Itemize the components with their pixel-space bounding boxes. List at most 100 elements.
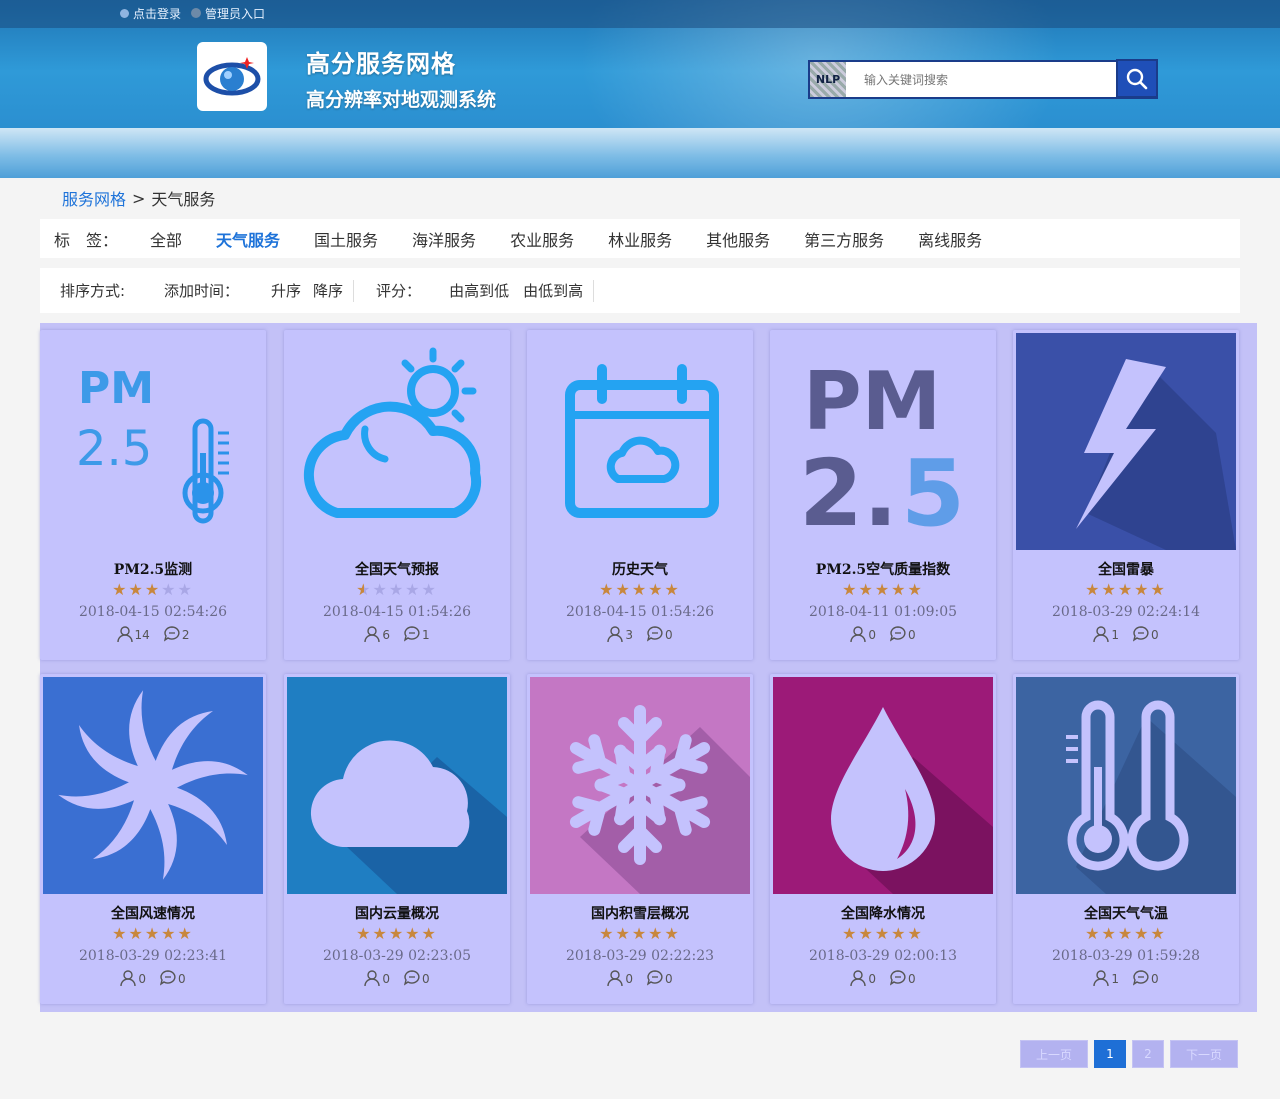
search-button[interactable] — [1116, 59, 1158, 98]
star-icon: ★ — [1150, 580, 1167, 599]
nlp-badge[interactable]: NLP — [810, 62, 846, 97]
sort-time-label: 添加时间： — [164, 282, 240, 300]
user-count: 0 — [850, 970, 876, 986]
card-title[interactable]: PM2.5监测 — [40, 559, 266, 579]
page-1-button[interactable]: 1 — [1094, 1040, 1126, 1068]
card-date: 2018-03-29 02:22:23 — [565, 948, 715, 964]
card-meta: 0 0 — [527, 970, 753, 986]
user-icon — [607, 626, 624, 642]
card-title[interactable]: 国内云量概况 — [284, 903, 510, 923]
star-icon: ★ — [144, 580, 162, 599]
star-icon: ★ — [648, 924, 665, 943]
user-count-value: 0 — [868, 972, 876, 986]
service-card[interactable]: 国内云量概况 ★★★★★ 2018-03-29 02:23:05 0 0 — [284, 674, 510, 1004]
user-count-value: 3 — [625, 628, 633, 642]
card-title[interactable]: 全国天气气温 — [1013, 903, 1239, 923]
page-2-button[interactable]: 2 — [1132, 1040, 1164, 1068]
tag-agriculture[interactable]: 农业服务 — [510, 227, 574, 251]
sort-low-high-button[interactable]: 由低到高 — [523, 280, 583, 301]
star-icon: ★ — [858, 924, 875, 943]
star-icon: ★ — [421, 924, 438, 943]
star-rating: ★★★★★ — [40, 924, 266, 943]
site-subtitle: 高分辨率对地观测系统 — [306, 89, 497, 111]
star-icon: ★ — [177, 924, 194, 943]
service-card[interactable]: PM 2. 5 PM2.5空气质量指数 ★★★★★ 2018-04-11 01:… — [770, 330, 996, 660]
user-icon — [607, 970, 624, 986]
tag-all[interactable]: 全部 — [150, 227, 182, 251]
user-count-value: 0 — [138, 972, 146, 986]
comment-count: 0 — [647, 970, 673, 986]
site-title: 高分服务网格 — [306, 50, 456, 78]
service-card[interactable]: PM 2.5 PM2.5监测 ★★★★★ 2018-04-15 02:54:26… — [40, 330, 266, 660]
pm25-thermometer-icon: PM 2.5 — [43, 333, 263, 550]
sort-rating-label: 评分： — [376, 282, 422, 300]
star-icon: ★ — [405, 580, 422, 599]
raindrop-icon — [773, 677, 993, 894]
next-page-button[interactable]: 下一页 — [1170, 1040, 1238, 1068]
login-link[interactable]: 点击登录 — [120, 5, 181, 22]
tag-third-party[interactable]: 第三方服务 — [804, 227, 884, 251]
comment-count-value: 1 — [422, 628, 430, 642]
tag-other[interactable]: 其他服务 — [706, 227, 770, 251]
service-card[interactable]: 全国天气预报 ★★★★★ 2018-04-15 01:54:26 6 1 — [284, 330, 510, 660]
card-title[interactable]: 全国风速情况 — [40, 903, 266, 923]
user-icon — [364, 626, 381, 642]
service-card[interactable]: 全国风速情况 ★★★★★ 2018-03-29 02:23:41 0 0 — [40, 674, 266, 1004]
user-count-value: 1 — [1111, 972, 1119, 986]
comment-icon — [163, 626, 180, 642]
card-title[interactable]: 全国雷暴 — [1013, 559, 1239, 579]
tag-label: 标 签： — [54, 230, 119, 250]
tag-ocean[interactable]: 海洋服务 — [412, 227, 476, 251]
sort-high-low-button[interactable]: 由高到低 — [449, 280, 509, 301]
service-card[interactable]: 历史天气 ★★★★★ 2018-04-15 01:54:26 3 0 — [527, 330, 753, 660]
service-card[interactable]: 国内积雪层概况 ★★★★★ 2018-03-29 02:22:23 0 0 — [527, 674, 753, 1004]
breadcrumb-separator: > — [132, 188, 146, 208]
star-rating: ★★★★★ — [770, 924, 996, 943]
comment-count-value: 0 — [908, 628, 916, 642]
user-count: 3 — [607, 626, 633, 642]
card-meta: 14 2 — [40, 626, 266, 642]
prev-page-button[interactable]: 上一页 — [1020, 1040, 1088, 1068]
card-title[interactable]: 全国天气预报 — [284, 559, 510, 579]
service-card[interactable]: 全国降水情况 ★★★★★ 2018-03-29 02:00:13 0 0 — [770, 674, 996, 1004]
thermometers-icon — [1016, 677, 1236, 894]
card-date: 2018-03-29 02:23:05 — [322, 948, 472, 964]
sort-label: 排序方式: — [60, 282, 126, 300]
sort-rating-group: 评分： 由高到低 由低到高 — [376, 279, 595, 302]
card-title[interactable]: PM2.5空气质量指数 — [770, 559, 996, 579]
comment-count: 0 — [890, 626, 916, 642]
user-count-value: 0 — [382, 972, 390, 986]
star-icon: ★ — [874, 924, 892, 943]
tag-land[interactable]: 国土服务 — [314, 227, 378, 251]
star-rating: ★★★★★ — [284, 924, 510, 943]
star-icon: ★ — [842, 924, 859, 943]
tag-offline[interactable]: 离线服务 — [918, 227, 982, 251]
card-title[interactable]: 全国降水情况 — [770, 903, 996, 923]
star-icon: ★ — [112, 580, 129, 599]
user-count-value: 14 — [134, 628, 150, 642]
admin-link[interactable]: 管理员入口 — [191, 5, 265, 22]
card-date: 2018-04-15 02:54:26 — [78, 604, 228, 620]
service-card[interactable]: 全国雷暴 ★★★★★ 2018-03-29 02:24:14 1 0 — [1013, 330, 1239, 660]
site-logo[interactable] — [197, 42, 267, 111]
breadcrumb-root[interactable]: 服务网格 — [62, 186, 126, 210]
user-count: 1 — [1093, 626, 1119, 642]
tag-forestry[interactable]: 林业服务 — [608, 227, 672, 251]
tag-weather[interactable]: 天气服务 — [216, 227, 280, 251]
comment-count-value: 0 — [665, 972, 673, 986]
comment-count: 0 — [647, 626, 673, 642]
card-title[interactable]: 国内积雪层概况 — [527, 903, 753, 923]
star-icon: ★ — [631, 924, 649, 943]
sort-asc-button[interactable]: 升序 — [271, 280, 301, 301]
comment-icon — [404, 970, 420, 986]
star-icon: ★ — [144, 924, 162, 943]
star-icon: ★ — [388, 580, 406, 599]
card-title[interactable]: 历史天气 — [527, 559, 753, 579]
globe-logo-icon — [203, 56, 261, 95]
star-icon: ★ — [128, 924, 145, 943]
star-icon: ★ — [1117, 580, 1135, 599]
star-icon: ★ — [615, 580, 632, 599]
sort-desc-button[interactable]: 降序 — [313, 280, 343, 301]
search-input[interactable] — [846, 62, 1116, 97]
service-card[interactable]: 全国天气气温 ★★★★★ 2018-03-29 01:59:28 1 0 — [1013, 674, 1239, 1004]
